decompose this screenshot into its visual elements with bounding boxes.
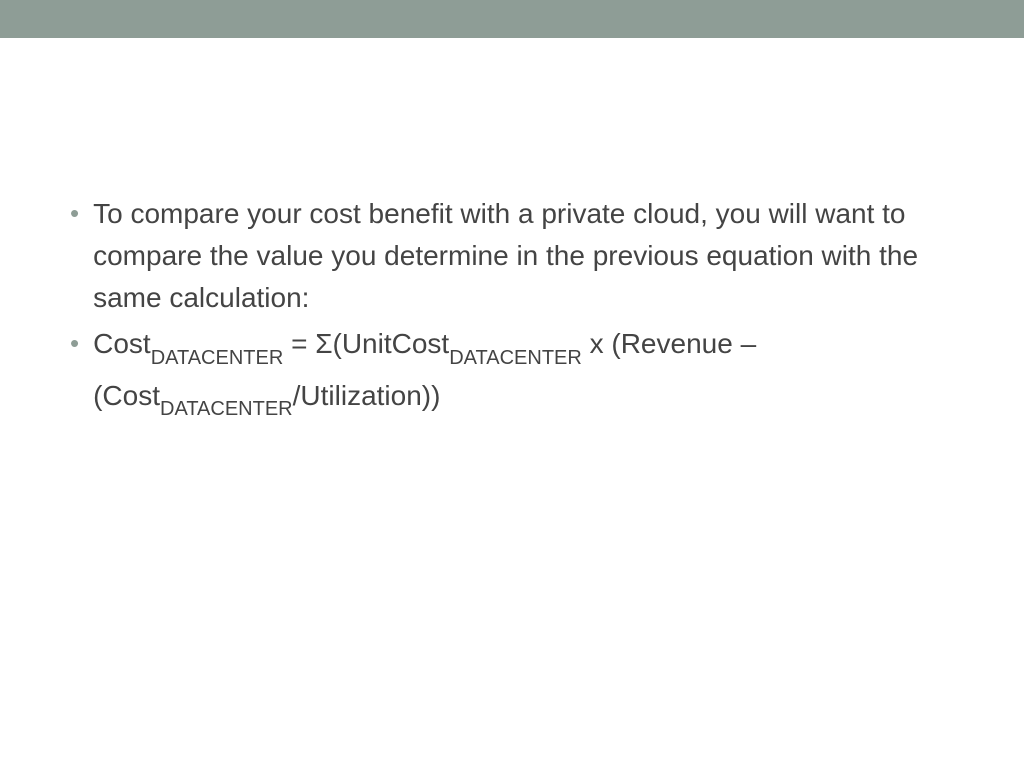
bullet-icon: • bbox=[70, 323, 79, 363]
bullet-equation: CostDATACENTER = Σ(UnitCostDATACENTER x … bbox=[93, 323, 954, 426]
eq-subscript: DATACENTER bbox=[160, 398, 293, 420]
bullet-text: To compare your cost benefit with a priv… bbox=[93, 193, 954, 319]
eq-part: Cost bbox=[93, 328, 151, 359]
eq-subscript: DATACENTER bbox=[449, 347, 582, 369]
eq-part: /Utilization)) bbox=[293, 380, 441, 411]
slide-header-bar bbox=[0, 0, 1024, 38]
slide-content: • To compare your cost benefit with a pr… bbox=[0, 38, 1024, 426]
eq-part: = Σ(UnitCost bbox=[283, 328, 449, 359]
list-item: • To compare your cost benefit with a pr… bbox=[70, 193, 954, 319]
bullet-icon: • bbox=[70, 193, 79, 233]
list-item: • CostDATACENTER = Σ(UnitCostDATACENTER … bbox=[70, 323, 954, 426]
eq-subscript: DATACENTER bbox=[151, 347, 284, 369]
